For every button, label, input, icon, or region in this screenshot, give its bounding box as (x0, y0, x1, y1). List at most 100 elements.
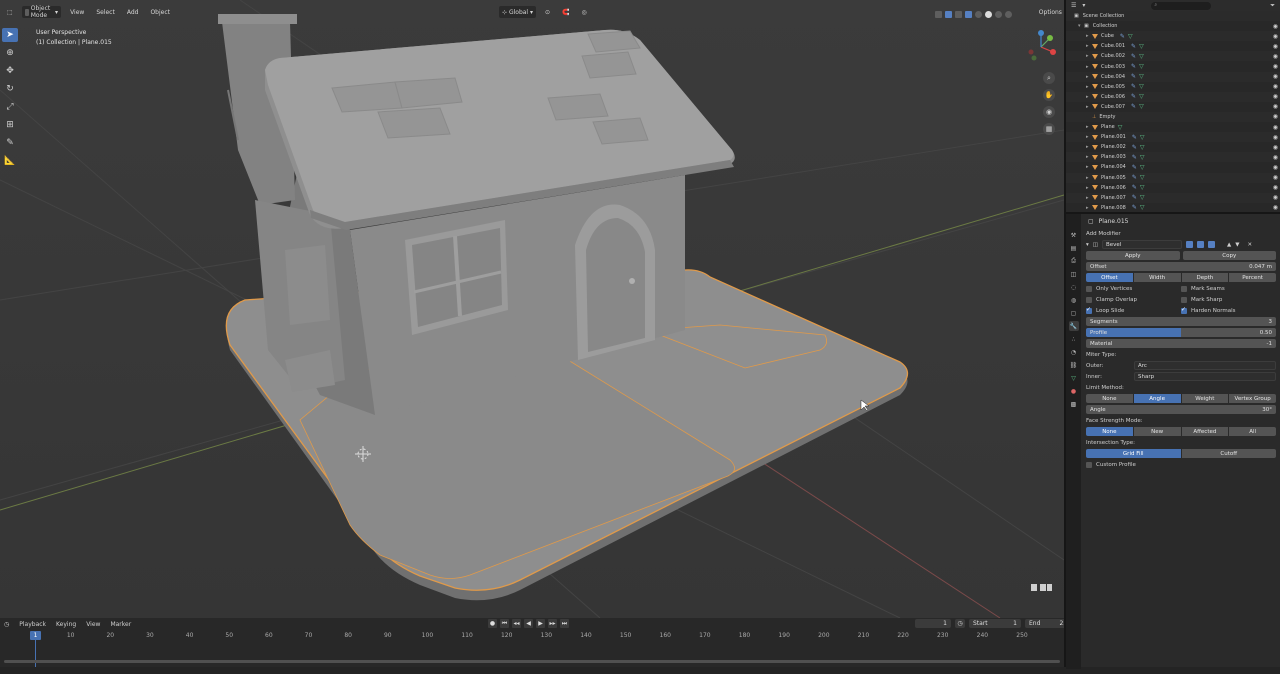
timeline-menu-view[interactable]: View (86, 621, 100, 628)
show-render-icon[interactable] (1207, 241, 1215, 248)
mesh-data-icon[interactable]: ▽ (1128, 33, 1133, 40)
show-editmode-icon[interactable] (1185, 241, 1193, 248)
scene-tab-icon[interactable]: ◌ (1069, 282, 1079, 292)
editor-type-icon[interactable]: ⬚ (4, 6, 16, 18)
face-strength-all[interactable]: All (1229, 427, 1276, 436)
width-type-depth[interactable]: Depth (1181, 273, 1229, 282)
miter-inner-dropdown[interactable]: Sharp (1134, 372, 1276, 381)
data-tab-icon[interactable]: ▽ (1069, 373, 1079, 383)
outliner-scene-collection[interactable]: ▣ Scene Collection (1066, 11, 1280, 22)
render-tab-icon[interactable]: ▤ (1069, 243, 1079, 253)
mesh-data-icon[interactable]: ▽ (1118, 124, 1123, 131)
prev-key-icon[interactable]: ◂◂ (512, 619, 521, 628)
material-tab-icon[interactable]: ● (1069, 386, 1079, 396)
rotate-icon[interactable]: ↻ (2, 82, 18, 96)
cursor-icon[interactable]: ⊕ (2, 46, 18, 60)
outliner-item[interactable]: ▸ Plane.005 ✎ ▽ ◉ (1066, 172, 1280, 183)
visibility-eye-icon[interactable]: ◉ (1273, 43, 1278, 50)
width-type-percent[interactable]: Percent (1229, 273, 1276, 282)
menu-object[interactable]: Object (147, 6, 173, 18)
mesh-data-icon[interactable]: ▽ (1139, 43, 1144, 50)
visibility-eye-icon[interactable]: ◉ (1273, 124, 1278, 131)
outliner-item[interactable]: ▸ Cube ✎ ▽ ◉ (1066, 31, 1280, 42)
properties-editor[interactable]: ⚒ ▤ ⎙ ◫ ◌ ◍ ▢ 🔧 ∴ ◔ ⛓ ▽ ● ▩ ▢ Plane.015 … (1064, 212, 1280, 669)
copy-button[interactable]: Copy (1182, 251, 1276, 260)
mesh-data-icon[interactable]: ▽ (1140, 194, 1145, 201)
mesh-data-icon[interactable]: ▽ (1140, 164, 1145, 171)
modifier-wrench-icon[interactable]: ✎ (1132, 164, 1137, 171)
transform-orientation-dropdown[interactable]: ⊹ Global ▾ (499, 6, 537, 18)
width-type-offset[interactable]: Offset (1086, 273, 1133, 282)
modifier-wrench-icon[interactable]: ✎ (1132, 194, 1137, 201)
face-strength-affected[interactable]: Affected (1181, 427, 1229, 436)
menu-add[interactable]: Add (124, 6, 142, 18)
tool-tab-icon[interactable]: ⚒ (1069, 230, 1079, 240)
visibility-eye-icon[interactable]: ◉ (1273, 194, 1278, 201)
harden-normals-checkbox[interactable] (1181, 306, 1187, 314)
play-reverse-icon[interactable]: ◀ (524, 619, 533, 628)
add-modifier-dropdown[interactable]: Add Modifier (1086, 231, 1121, 237)
visibility-eye-icon[interactable]: ◉ (1273, 174, 1278, 181)
mesh-data-icon[interactable]: ▽ (1140, 154, 1145, 161)
outliner-collection[interactable]: ▾ ▣ Collection ◉ (1066, 21, 1280, 31)
visibility-eye-icon[interactable]: ◉ (1273, 83, 1278, 90)
visibility-eye-icon[interactable]: ◉ (1273, 134, 1278, 141)
annotate-icon[interactable]: ✎ (2, 136, 18, 150)
outliner-item[interactable]: ▸ Plane.001 ✎ ▽ ◉ (1066, 132, 1280, 143)
xray-icon[interactable] (965, 11, 972, 18)
modifier-wrench-icon[interactable]: ✎ (1132, 134, 1137, 141)
visibility-eye-icon[interactable]: ◉ (1273, 204, 1278, 211)
jump-start-icon[interactable]: ⏮ (500, 619, 509, 628)
move-up-icon[interactable]: ▲ (1227, 242, 1231, 248)
mesh-data-icon[interactable]: ▽ (1140, 174, 1145, 181)
loop-slide-option[interactable]: Loop Slide (1086, 306, 1181, 314)
outliner-item[interactable]: ▸ Plane.007 ✎ ▽ ◉ (1066, 192, 1280, 203)
loop-slide-checkbox[interactable] (1086, 306, 1092, 314)
material-index-field[interactable]: Material -1 (1086, 339, 1276, 348)
only-vertices-checkbox[interactable] (1086, 285, 1092, 292)
shading-rendered-icon[interactable] (1005, 11, 1012, 18)
timeline-editor-type-icon[interactable]: ◷ (4, 621, 9, 628)
pan-hand-icon[interactable]: ✋ (1043, 89, 1055, 101)
remove-modifier-icon[interactable]: ✕ (1247, 242, 1252, 248)
particles-tab-icon[interactable]: ∴ (1069, 334, 1079, 344)
visibility-eye-icon[interactable]: ◉ (1273, 103, 1278, 110)
mesh-data-icon[interactable]: ▽ (1140, 204, 1145, 211)
outliner-item[interactable]: ▸ Plane ▽ ◉ (1066, 122, 1280, 132)
display-mode-icon[interactable]: ▾ (1082, 2, 1085, 9)
mark-seams-option[interactable]: Mark Seams (1181, 285, 1276, 292)
play-icon[interactable]: ▶ (536, 619, 545, 628)
modifier-wrench-icon[interactable]: ✎ (1131, 83, 1136, 90)
timeline-menu-playback[interactable]: Playback (19, 621, 46, 628)
angle-field[interactable]: Angle 30° (1086, 405, 1276, 414)
modifier-wrench-icon[interactable]: ✎ (1131, 73, 1136, 80)
jump-end-icon[interactable]: ⏭ (560, 619, 569, 628)
mesh-data-icon[interactable]: ▽ (1139, 83, 1144, 90)
collapse-arrow-icon[interactable]: ▾ (1086, 242, 1089, 248)
outliner[interactable]: ☰ ▾ ⌕ ⏷ ▣ Scene Collection ▾ ▣ Collection … (1064, 0, 1280, 212)
modifier-wrench-icon[interactable]: ✎ (1120, 33, 1125, 40)
face-strength-none[interactable]: None (1086, 427, 1133, 436)
pivot-icon[interactable]: ⊙ (542, 6, 553, 18)
mesh-data-icon[interactable]: ▽ (1139, 63, 1144, 70)
modifier-wrench-icon[interactable]: ✎ (1132, 144, 1137, 151)
constraints-tab-icon[interactable]: ⛓ (1069, 360, 1079, 370)
visibility-icon[interactable] (935, 11, 942, 18)
custom-profile-checkbox[interactable] (1086, 461, 1092, 468)
mark-sharp-checkbox[interactable] (1181, 296, 1187, 303)
modifier-wrench-icon[interactable]: ✎ (1132, 174, 1137, 181)
width-type-width[interactable]: Width (1133, 273, 1181, 282)
grid-perspective-icon[interactable]: ▦ (1043, 123, 1055, 135)
measure-icon[interactable]: 📐 (2, 154, 18, 168)
3d-viewport[interactable]: ⬚ Object Mode ▾ View Select Add Object ⊹… (0, 0, 1064, 618)
modifier-tab-icon[interactable]: 🔧 (1068, 321, 1079, 331)
viewport-scene[interactable] (0, 0, 1064, 618)
visibility-eye-icon[interactable]: ◉ (1273, 63, 1278, 70)
outliner-item[interactable]: ▸ Cube.006 ✎ ▽ ◉ (1066, 91, 1280, 102)
mesh-data-icon[interactable]: ▽ (1139, 53, 1144, 60)
outliner-item[interactable]: ▸ Cube.004 ✎ ▽ ◉ (1066, 71, 1280, 82)
texture-tab-icon[interactable]: ▩ (1069, 399, 1079, 409)
shading-solid-icon[interactable] (985, 11, 992, 18)
intersection-grid-fill[interactable]: Grid Fill (1086, 449, 1181, 458)
modifier-wrench-icon[interactable]: ✎ (1132, 204, 1137, 211)
